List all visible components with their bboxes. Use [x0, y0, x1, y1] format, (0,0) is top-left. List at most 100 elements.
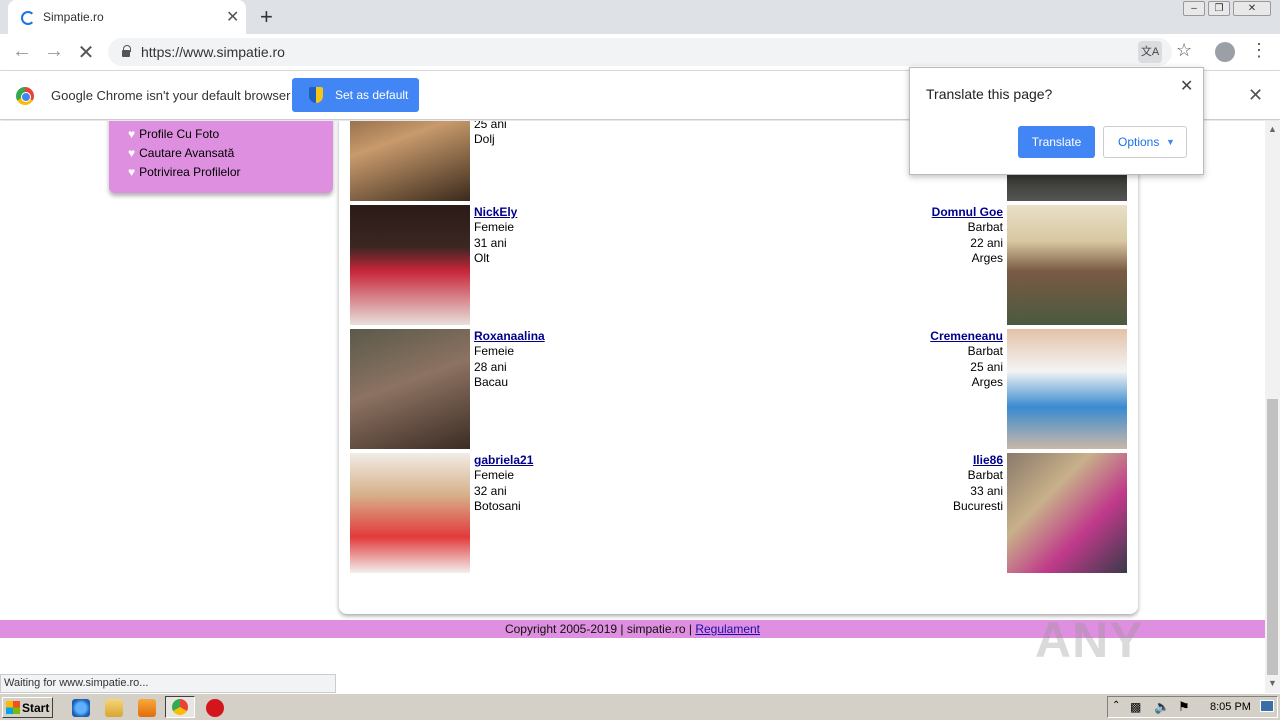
profile-age: 22 ani	[970, 235, 1003, 250]
vertical-scrollbar[interactable]: ▲ ▼	[1265, 121, 1280, 693]
action-center-flag-icon[interactable]: ⚑	[1178, 699, 1190, 715]
sidebar-item-potrivirea-profilelor[interactable]: ♥ Potrivirea Profilelor	[128, 165, 241, 179]
system-tray: ⌃ ▩ 🔈 ⚑ 8:05 PM	[1107, 696, 1278, 718]
folder-icon[interactable]	[105, 699, 123, 717]
profile-photo-cremeneanu[interactable]	[1007, 329, 1127, 449]
profile-name-link[interactable]: NickEly	[474, 205, 517, 219]
profile-county: Botosani	[474, 498, 521, 513]
set-as-default-button[interactable]: Set as default	[292, 78, 419, 112]
sidebar-item-label: Potrivirea Profilelor	[139, 165, 241, 179]
menu-kebab-icon[interactable]: ⋮	[1250, 40, 1268, 61]
profile-name-link[interactable]: gabriela21	[474, 453, 533, 467]
profile-photo[interactable]	[350, 121, 470, 201]
sidebar-item-label: Cautare Avansată	[139, 146, 235, 160]
url-text[interactable]: https://www.simpatie.ro	[141, 44, 285, 60]
internet-explorer-icon[interactable]	[72, 699, 90, 717]
lock-icon[interactable]	[122, 45, 131, 57]
profile-gender: Femeie	[474, 344, 515, 359]
profile-info: Ilie86 Barbat 33 ani Bucuresti	[803, 453, 1003, 514]
media-player-icon[interactable]	[138, 699, 156, 717]
chevron-down-icon: ▼	[1166, 137, 1175, 147]
profile-name-link[interactable]: Roxanaalina	[474, 329, 545, 343]
bookmark-star-icon[interactable]: ☆	[1176, 40, 1192, 61]
translate-popup-title: Translate this page?	[926, 86, 1053, 102]
options-label: Options	[1118, 135, 1160, 149]
translate-icon[interactable]: 文A	[1138, 41, 1162, 63]
profile-photo-gabriela21[interactable]	[350, 453, 470, 573]
new-tab-button[interactable]: +	[260, 4, 273, 30]
profile-photo-nickely[interactable]	[350, 205, 470, 325]
show-desktop-icon[interactable]	[1260, 700, 1274, 712]
profiles-panel: 25 ani Dolj NickEly Femeie 31 ani Olt Ro…	[339, 121, 1138, 614]
profile-photo-roxanaalina[interactable]	[350, 329, 470, 449]
volume-icon[interactable]: 🔈	[1154, 699, 1170, 715]
watermark-logo: ANY RUN	[1035, 612, 1145, 672]
chrome-icon	[172, 699, 188, 715]
scroll-down-arrow-icon[interactable]: ▼	[1268, 678, 1277, 688]
chrome-taskbar-button[interactable]	[165, 696, 195, 718]
scroll-up-arrow-icon[interactable]: ▲	[1268, 124, 1277, 134]
profile-age: 32 ani	[474, 483, 507, 498]
set-as-default-label: Set as default	[335, 88, 409, 102]
profile-age: 31 ani	[474, 235, 507, 250]
profile-county: Bucuresti	[952, 498, 1003, 513]
profile-info: NickEly Femeie 31 ani Olt	[474, 205, 517, 266]
scroll-thumb[interactable]	[1267, 399, 1278, 675]
profile-age: 25 ani	[970, 359, 1003, 374]
infobar-message: Google Chrome isn't your default browser	[51, 88, 291, 103]
infobar-close-icon[interactable]: ✕	[1248, 85, 1263, 106]
heart-icon: ♥	[128, 127, 136, 141]
heart-icon: ♥	[128, 165, 136, 179]
sidebar-item-profile-cu-foto[interactable]: ♥ Profile Cu Foto	[128, 127, 219, 141]
opera-icon[interactable]	[206, 699, 224, 717]
profile-county: Arges	[971, 374, 1003, 389]
windows-taskbar: Start ⌃ ▩ 🔈 ⚑ 8:05 PM	[0, 693, 1280, 720]
profile-county: Arges	[971, 250, 1003, 265]
back-arrow-icon[interactable]: ←	[10, 40, 34, 63]
profile-name-link[interactable]: Cremeneanu	[930, 329, 1003, 343]
loading-spinner-icon	[21, 11, 35, 25]
minimize-button[interactable]: –	[1183, 1, 1205, 16]
footer-regulament-link[interactable]: Regulament	[695, 622, 760, 636]
start-label: Start	[22, 701, 50, 715]
sidebar-item-label: Profile Cu Foto	[139, 127, 220, 141]
profile-info: Domnul Goe Barbat 22 ani Arges	[803, 205, 1003, 266]
clock: 8:05 PM	[1210, 701, 1251, 713]
profile-gender: Barbat	[967, 468, 1003, 483]
heart-icon: ♥	[128, 146, 136, 160]
profile-gender: Barbat	[967, 344, 1003, 359]
profile-avatar-icon[interactable]	[1215, 42, 1235, 62]
profile-age: 33 ani	[970, 483, 1003, 498]
profile-gender: Femeie	[474, 468, 515, 483]
browser-toolbar: ← → ✕ https://www.simpatie.ro 文A ☆ ⋮	[0, 34, 1280, 71]
profile-info: Cremeneanu Barbat 25 ani Arges	[803, 329, 1003, 390]
profile-name-link[interactable]: Domnul Goe	[932, 205, 1003, 219]
options-button[interactable]: Options ▼	[1103, 126, 1187, 158]
network-icon[interactable]: ▩	[1130, 700, 1141, 714]
close-window-button[interactable]: ✕	[1233, 1, 1271, 16]
tab-strip: Simpatie.ro ✕ + – ❐ ✕	[0, 0, 1280, 34]
profile-info: gabriela21 Femeie 32 ani Botosani	[474, 453, 533, 514]
profile-name-link[interactable]: Ilie86	[973, 453, 1003, 467]
tray-expand-icon[interactable]: ⌃	[1112, 700, 1120, 711]
profile-county: Bacau	[474, 374, 509, 389]
profile-photo-domnul-goe[interactable]	[1007, 205, 1127, 325]
translate-popup: Translate this page? ✕ Translate Options…	[909, 67, 1204, 175]
profile-photo-ilie86[interactable]	[1007, 453, 1127, 573]
chrome-logo-icon	[16, 87, 34, 105]
start-button[interactable]: Start	[2, 697, 53, 718]
windows-flag-icon	[6, 701, 20, 714]
tab-title: Simpatie.ro	[43, 10, 104, 24]
translate-button[interactable]: Translate	[1018, 126, 1095, 158]
sidebar-item-cautare-avansata[interactable]: ♥ Cautare Avansată	[128, 146, 234, 160]
translate-popup-close-icon[interactable]: ✕	[1180, 76, 1193, 96]
browser-tab[interactable]: Simpatie.ro ✕	[8, 0, 246, 34]
stop-loading-icon[interactable]: ✕	[74, 40, 98, 65]
profile-county: Dolj	[474, 132, 495, 147]
address-bar[interactable]: https://www.simpatie.ro 文A ☆	[108, 38, 1192, 66]
shield-icon	[309, 87, 323, 103]
restore-button[interactable]: ❐	[1208, 1, 1230, 16]
page-viewport: ♥ Profile Cu Foto ♥ Cautare Avansată ♥ Potr…	[0, 121, 1265, 672]
tab-close-icon[interactable]: ✕	[226, 7, 239, 27]
forward-arrow-icon[interactable]: →	[42, 40, 66, 63]
